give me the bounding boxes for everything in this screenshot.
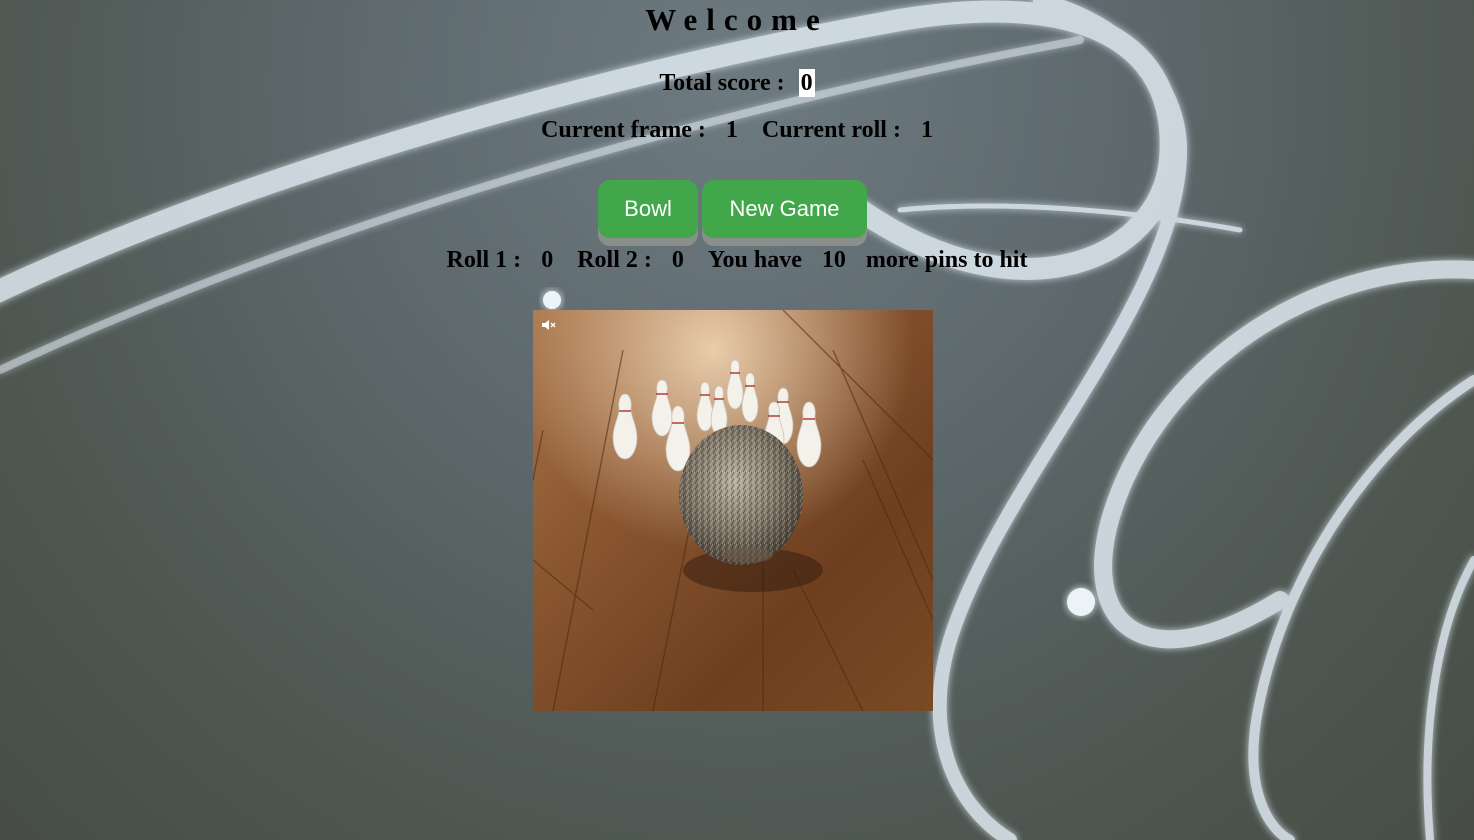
roll1-value: 0 — [541, 247, 554, 273]
game-panel: Welcome Total score : 0 Current frame : 1C… — [0, 0, 1474, 840]
bowl-button[interactable]: Bowl — [598, 180, 698, 238]
frame-status-row: Current frame : 1 Current roll : 1 — [0, 117, 1474, 144]
mute-icon[interactable] — [541, 319, 557, 331]
total-score-value: 0 — [798, 69, 815, 97]
hedgehog — [679, 425, 803, 565]
page-title: Welcome — [645, 2, 829, 37]
pins-prefix: You have — [707, 247, 802, 273]
roll2-value: 0 — [671, 247, 684, 273]
bowling-scene — [533, 310, 933, 711]
roll-results-row: Roll 1 : 0 Roll 2 : 0 You have 10 more pins to… — [0, 247, 1474, 274]
current-roll-label: Current roll : — [761, 117, 901, 143]
total-score-row: Total score : 0 — [0, 69, 1474, 97]
current-frame-value: 1 — [725, 117, 738, 143]
new-game-button[interactable]: New Game — [702, 180, 867, 238]
roll1-label: Roll 1 : — [446, 247, 522, 273]
current-roll-value: 1 — [920, 117, 933, 143]
roll2-label: Roll 2 : — [577, 247, 652, 273]
total-score-label: Total score : — [659, 70, 785, 96]
current-frame-label: Current frame : — [541, 117, 706, 143]
hedgehog-bowling-image — [533, 310, 933, 711]
pins-suffix: more pins to hit — [865, 247, 1028, 273]
pins-remaining-value: 10 — [821, 247, 846, 273]
